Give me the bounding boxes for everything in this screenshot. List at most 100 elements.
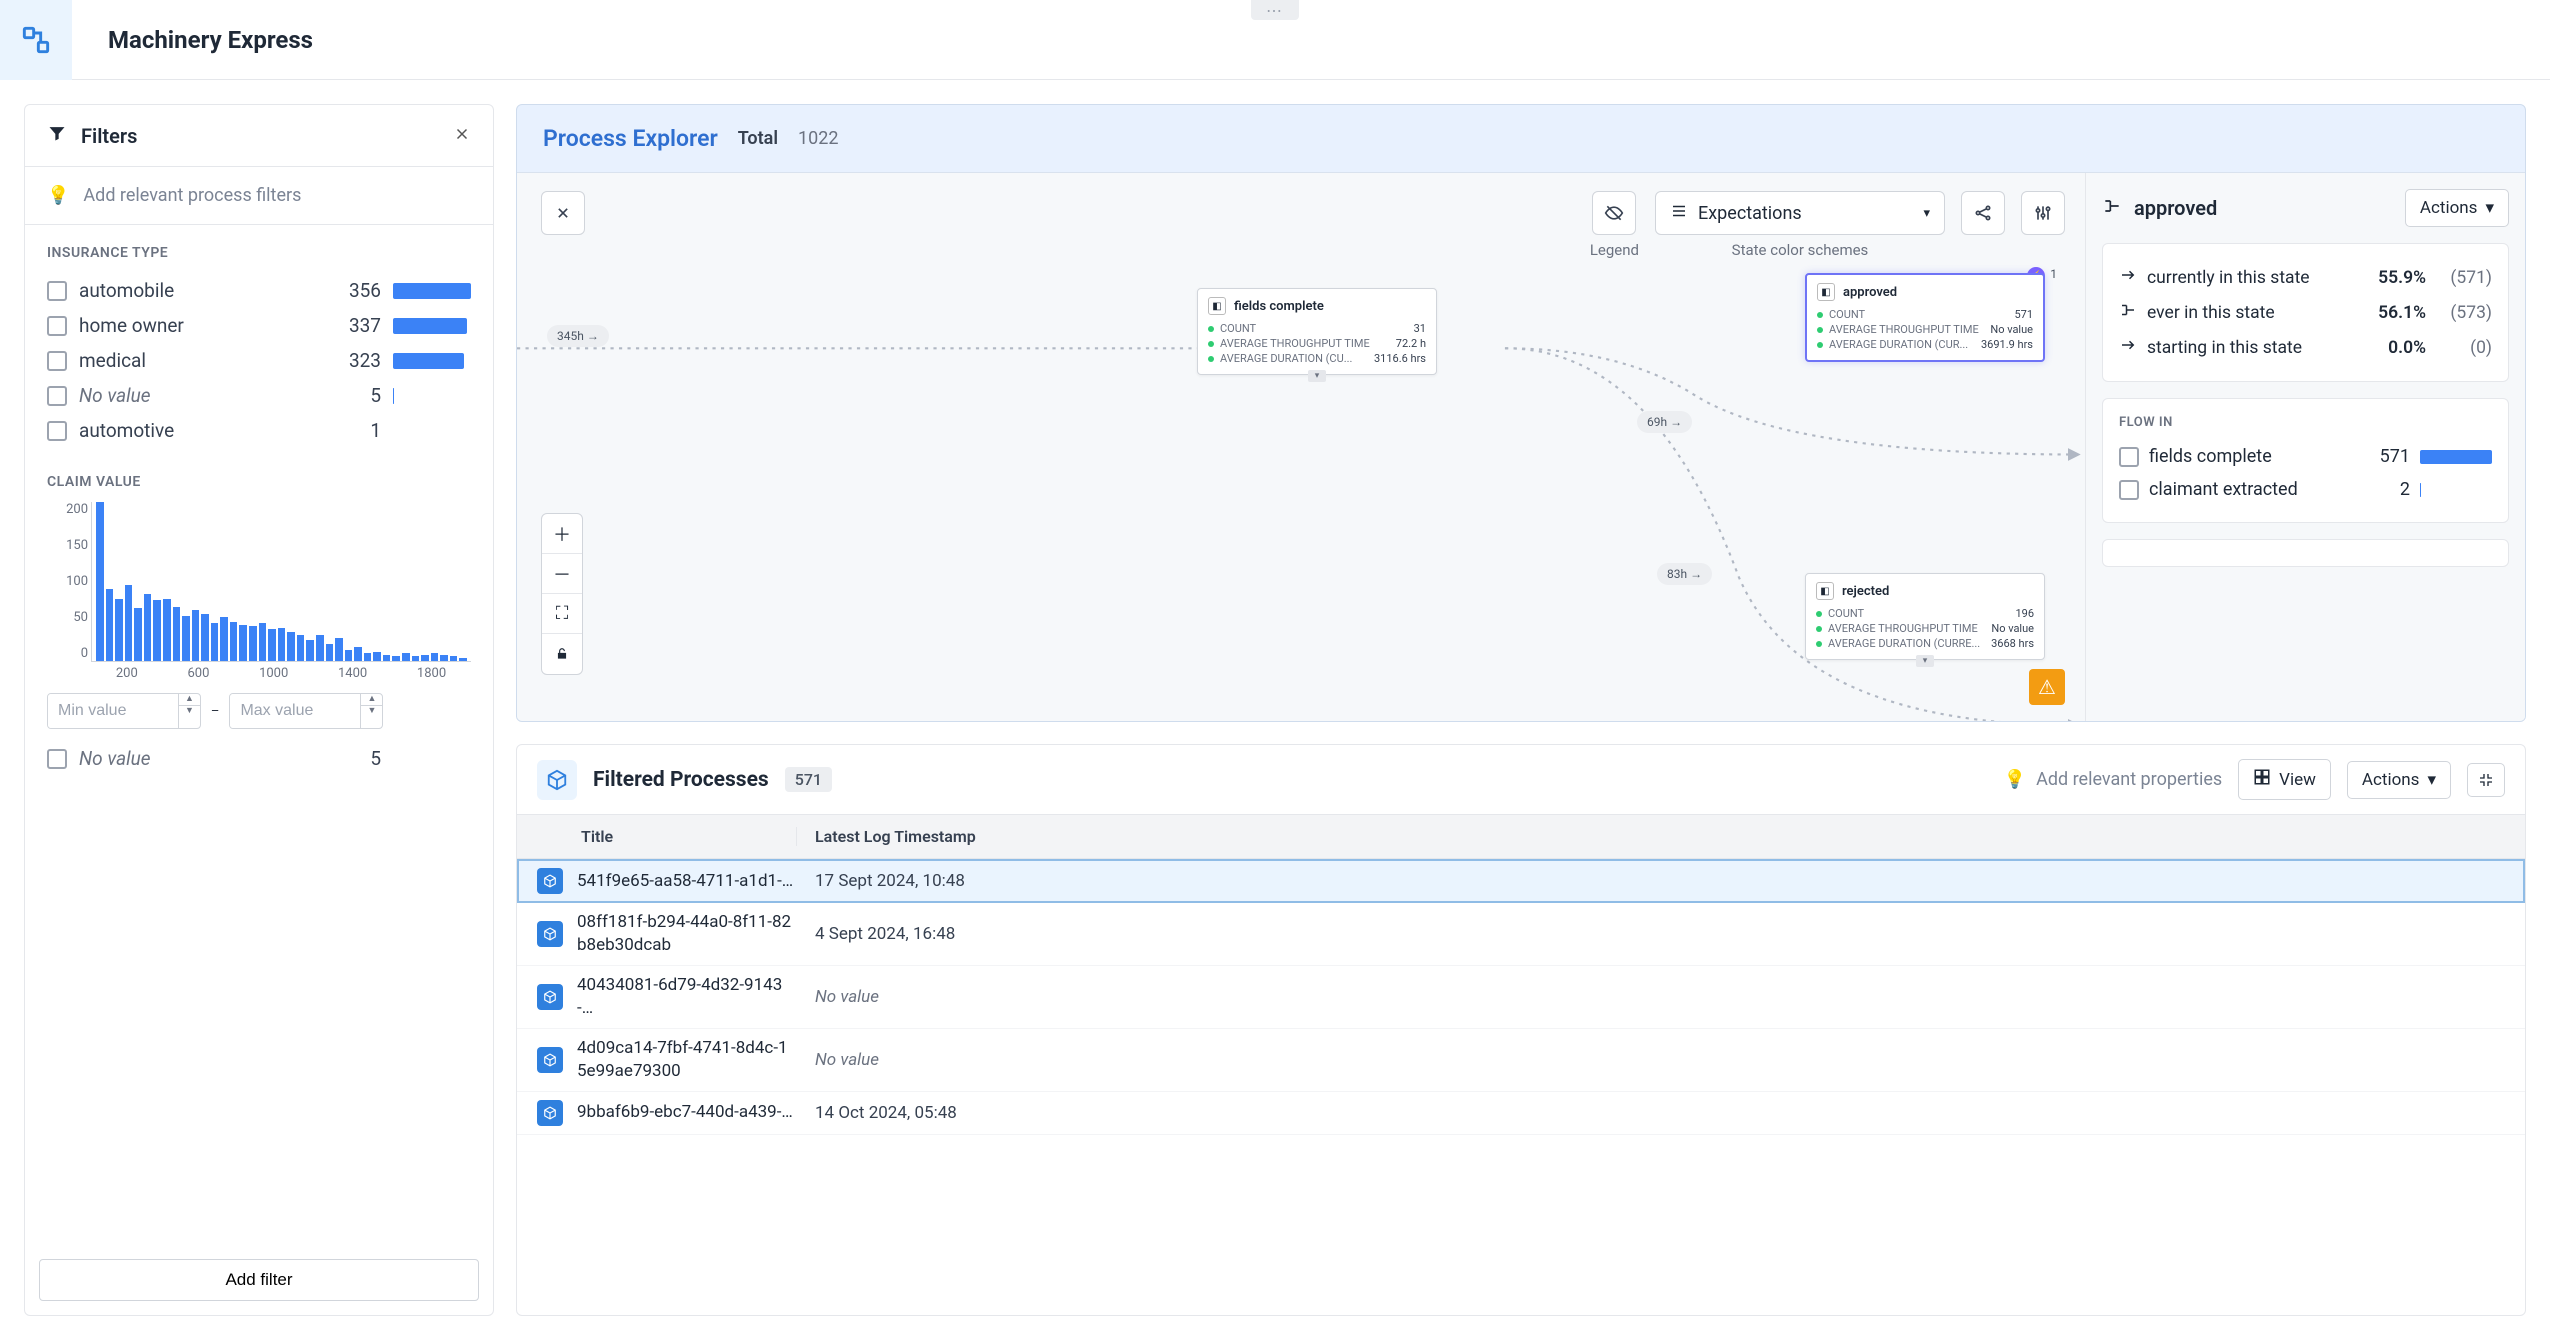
chevron-down-icon[interactable]: ▼ bbox=[179, 706, 200, 717]
table-actions-button[interactable]: Actions ▾ bbox=[2347, 761, 2451, 799]
layout-icon-button[interactable] bbox=[541, 191, 585, 235]
list-icon bbox=[1670, 202, 1688, 224]
collapse-button[interactable] bbox=[2467, 763, 2505, 797]
table-row[interactable]: 40434081-6d79-4d32-9143-… No value bbox=[517, 966, 2525, 1029]
column-header-timestamp[interactable]: Latest Log Timestamp bbox=[797, 827, 2505, 846]
close-filters-button[interactable] bbox=[453, 124, 471, 148]
histogram-bar[interactable] bbox=[278, 628, 286, 661]
checkbox[interactable] bbox=[2119, 480, 2139, 500]
expand-handle[interactable]: ▾ bbox=[1916, 655, 1934, 667]
histogram-bar[interactable] bbox=[125, 585, 133, 661]
histogram-bar[interactable] bbox=[431, 653, 439, 661]
row-cube-icon bbox=[537, 1047, 563, 1073]
histogram-bar[interactable] bbox=[268, 629, 276, 661]
flow-node-fields-complete[interactable]: ◧fields complete COUNT31AVERAGE THROUGHP… bbox=[1197, 288, 1437, 375]
facet-row[interactable]: medical 323 bbox=[47, 343, 471, 378]
warning-icon[interactable]: ⚠ bbox=[2029, 669, 2065, 705]
histogram-bar[interactable] bbox=[173, 607, 181, 662]
histogram-bar[interactable] bbox=[230, 622, 238, 661]
color-scheme-dropdown[interactable]: Expectations ▾ bbox=[1655, 191, 1945, 235]
checkbox[interactable] bbox=[47, 316, 67, 336]
histogram-bar[interactable] bbox=[153, 600, 161, 661]
histogram-bar[interactable] bbox=[383, 655, 391, 661]
zoom-in-button[interactable]: ＋ bbox=[542, 514, 582, 554]
histogram-bar[interactable] bbox=[306, 640, 314, 661]
histogram-bar[interactable] bbox=[182, 616, 190, 661]
facet-row[interactable]: automotive 1 bbox=[47, 413, 471, 448]
flow-node-approved[interactable]: ◧approved COUNT571AVERAGE THROUGHPUT TIM… bbox=[1805, 273, 2045, 362]
claim-value-histogram[interactable]: 200150100500 bbox=[91, 502, 471, 662]
histogram-bar[interactable] bbox=[211, 623, 219, 661]
histogram-bar[interactable] bbox=[134, 608, 142, 661]
facet-count: 356 bbox=[335, 279, 381, 302]
histogram-bar[interactable] bbox=[440, 655, 448, 661]
lock-button[interactable] bbox=[542, 634, 582, 674]
app-header: Machinery Express ⋯ bbox=[0, 0, 2550, 80]
filters-hint[interactable]: 💡 Add relevant process filters bbox=[25, 167, 493, 225]
stat-pct: 56.1% bbox=[2356, 303, 2426, 323]
table-row[interactable]: 08ff181f-b294-44a0-8f11-82b8eb30dcab 4 S… bbox=[517, 903, 2525, 966]
facet-label: No value bbox=[79, 747, 323, 770]
checkbox[interactable] bbox=[47, 351, 67, 371]
flow-canvas[interactable]: Legend Expectations ▾ State color scheme… bbox=[517, 173, 2085, 721]
max-value-input[interactable] bbox=[230, 694, 360, 728]
histogram-bar[interactable] bbox=[96, 502, 104, 661]
histogram-bar[interactable] bbox=[220, 617, 228, 661]
drag-handle-icon[interactable]: ⋯ bbox=[1251, 0, 1299, 20]
histogram-bar[interactable] bbox=[459, 658, 467, 661]
facet-row[interactable]: automobile 356 bbox=[47, 273, 471, 308]
checkbox[interactable] bbox=[47, 421, 67, 441]
expand-handle[interactable]: ▾ bbox=[1308, 370, 1326, 382]
histogram-bar[interactable] bbox=[326, 644, 334, 661]
histogram-bar[interactable] bbox=[106, 589, 114, 661]
histogram-bar[interactable] bbox=[316, 635, 324, 661]
share-icon-button[interactable] bbox=[1961, 191, 2005, 235]
histogram-bar[interactable] bbox=[345, 650, 353, 661]
table-row[interactable]: 9bbaf6b9-ebc7-440d-a439-… 14 Oct 2024, 0… bbox=[517, 1092, 2525, 1135]
histogram-bar[interactable] bbox=[450, 656, 458, 661]
table-hint[interactable]: 💡 Add relevant properties bbox=[2004, 769, 2222, 790]
histogram-bar[interactable] bbox=[163, 599, 171, 661]
column-header-title[interactable]: Title bbox=[537, 827, 797, 846]
histogram-bar[interactable] bbox=[115, 599, 123, 661]
add-filter-button[interactable]: Add filter bbox=[39, 1259, 479, 1301]
histogram-bar[interactable] bbox=[412, 656, 420, 661]
histogram-bar[interactable] bbox=[421, 655, 429, 661]
chevron-up-icon[interactable]: ▲ bbox=[361, 694, 382, 706]
histogram-bar[interactable] bbox=[201, 614, 209, 661]
zoom-out-button[interactable]: － bbox=[542, 554, 582, 594]
histogram-bar[interactable] bbox=[364, 653, 372, 661]
chevron-down-icon[interactable]: ▼ bbox=[361, 706, 382, 717]
settings-icon-button[interactable] bbox=[2021, 191, 2065, 235]
facet-row[interactable]: home owner 337 bbox=[47, 308, 471, 343]
max-value-stepper[interactable]: ▲▼ bbox=[229, 693, 383, 729]
flow-node-rejected[interactable]: ◧rejected COUNT196AVERAGE THROUGHPUT TIM… bbox=[1805, 573, 2045, 660]
histogram-bar[interactable] bbox=[287, 632, 295, 661]
fit-screen-button[interactable]: ⛶ bbox=[542, 594, 582, 634]
table-row[interactable]: 541f9e65-aa58-4711-a1d1-… 17 Sept 2024, … bbox=[517, 859, 2525, 903]
histogram-bar[interactable] bbox=[335, 638, 343, 661]
state-actions-button[interactable]: Actions ▾ bbox=[2405, 189, 2509, 227]
histogram-bar[interactable] bbox=[354, 647, 362, 661]
checkbox[interactable] bbox=[47, 386, 67, 406]
histogram-bar[interactable] bbox=[144, 594, 152, 661]
histogram-bar[interactable] bbox=[402, 653, 410, 661]
row-cube-icon bbox=[537, 984, 563, 1010]
histogram-bar[interactable] bbox=[239, 625, 247, 661]
histogram-bar[interactable] bbox=[249, 626, 257, 661]
histogram-bar[interactable] bbox=[192, 610, 200, 661]
min-value-stepper[interactable]: ▲▼ bbox=[47, 693, 201, 729]
checkbox[interactable] bbox=[47, 281, 67, 301]
facet-row[interactable]: No value 5 bbox=[47, 378, 471, 413]
histogram-bar[interactable] bbox=[392, 656, 400, 661]
min-value-input[interactable] bbox=[48, 694, 178, 728]
histogram-bar[interactable] bbox=[373, 652, 381, 661]
checkbox[interactable] bbox=[2119, 447, 2139, 467]
legend-toggle-button[interactable] bbox=[1592, 191, 1636, 235]
histogram-bar[interactable] bbox=[297, 635, 305, 661]
histogram-bar[interactable] bbox=[259, 623, 267, 661]
checkbox[interactable] bbox=[47, 749, 67, 769]
table-row[interactable]: 4d09ca14-7fbf-4741-8d4c-15e99ae79300 No … bbox=[517, 1029, 2525, 1092]
chevron-up-icon[interactable]: ▲ bbox=[179, 694, 200, 706]
view-button[interactable]: View bbox=[2238, 759, 2331, 800]
